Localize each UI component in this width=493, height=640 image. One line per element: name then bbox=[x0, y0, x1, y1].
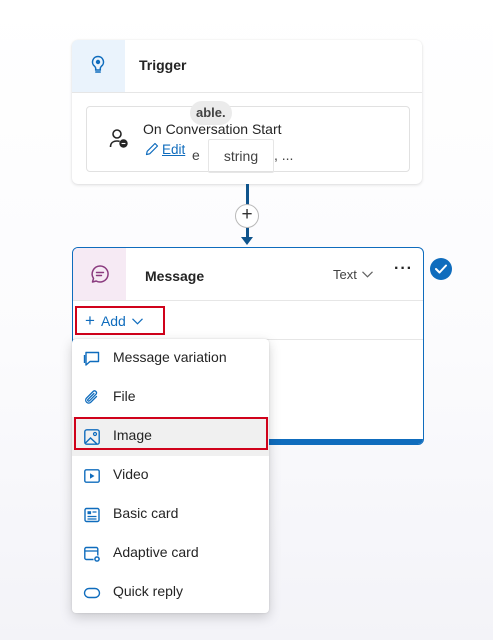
chat-bubble-icon bbox=[91, 265, 109, 283]
chevron-down-icon bbox=[131, 318, 143, 325]
plus-icon: + bbox=[85, 311, 95, 330]
add-node-button[interactable]: + bbox=[235, 204, 259, 228]
menu-item-quick-reply[interactable]: Quick reply bbox=[72, 573, 269, 612]
message-toolbar: + Add bbox=[73, 301, 423, 340]
connector-arrow bbox=[241, 237, 253, 245]
menu-item-label: File bbox=[113, 388, 136, 404]
message-type-dropdown[interactable]: Text bbox=[333, 267, 373, 282]
message-title: Message bbox=[145, 268, 205, 284]
menu-item-message-variation[interactable]: Message variation bbox=[72, 339, 269, 378]
edit-link-label: Edit bbox=[162, 142, 186, 157]
token-string[interactable]: string bbox=[208, 139, 274, 173]
add-menu: Message variation File Image Video Basic… bbox=[72, 339, 269, 613]
pencil-icon bbox=[145, 142, 159, 156]
token-partial: e bbox=[192, 147, 200, 163]
menu-item-adaptive-card[interactable]: Adaptive card bbox=[72, 534, 269, 573]
menu-item-image[interactable]: Image bbox=[72, 417, 269, 456]
message-variation-icon bbox=[83, 351, 100, 366]
checkmark-icon bbox=[430, 258, 452, 280]
paperclip-icon bbox=[85, 390, 98, 404]
trigger-header: Trigger bbox=[72, 40, 422, 93]
quick-reply-icon bbox=[83, 587, 101, 599]
menu-item-label: Image bbox=[113, 427, 152, 443]
add-button[interactable]: + Add bbox=[75, 306, 165, 335]
basic-card-icon bbox=[84, 507, 100, 523]
menu-item-label: Video bbox=[113, 466, 149, 482]
message-type-label: Text bbox=[333, 267, 357, 282]
image-icon bbox=[84, 429, 100, 445]
lightbulb-icon bbox=[91, 55, 105, 73]
chevron-down-icon bbox=[361, 271, 373, 278]
menu-item-video[interactable]: Video bbox=[72, 456, 269, 495]
adaptive-card-icon bbox=[84, 546, 101, 563]
token-ellipsis: , ... bbox=[274, 147, 294, 163]
trigger-title: Trigger bbox=[139, 57, 187, 73]
person-chat-icon bbox=[109, 129, 128, 148]
video-play-icon bbox=[84, 469, 100, 483]
trigger-icon-box bbox=[72, 40, 125, 92]
menu-item-basic-card[interactable]: Basic card bbox=[72, 495, 269, 534]
message-icon-box bbox=[73, 248, 126, 300]
edit-link[interactable]: Edit bbox=[145, 142, 185, 157]
message-header: Message Text ··· bbox=[73, 248, 423, 301]
menu-item-label: Adaptive card bbox=[113, 544, 199, 560]
menu-item-label: Quick reply bbox=[113, 583, 184, 599]
variable-chip[interactable]: able. bbox=[190, 101, 232, 125]
add-button-label: Add bbox=[100, 313, 126, 329]
more-options-button[interactable]: ··· bbox=[394, 260, 413, 278]
menu-item-label: Message variation bbox=[113, 349, 227, 365]
connector-line-top bbox=[246, 184, 249, 206]
menu-item-file[interactable]: File bbox=[72, 378, 269, 417]
menu-item-label: Basic card bbox=[113, 505, 179, 521]
